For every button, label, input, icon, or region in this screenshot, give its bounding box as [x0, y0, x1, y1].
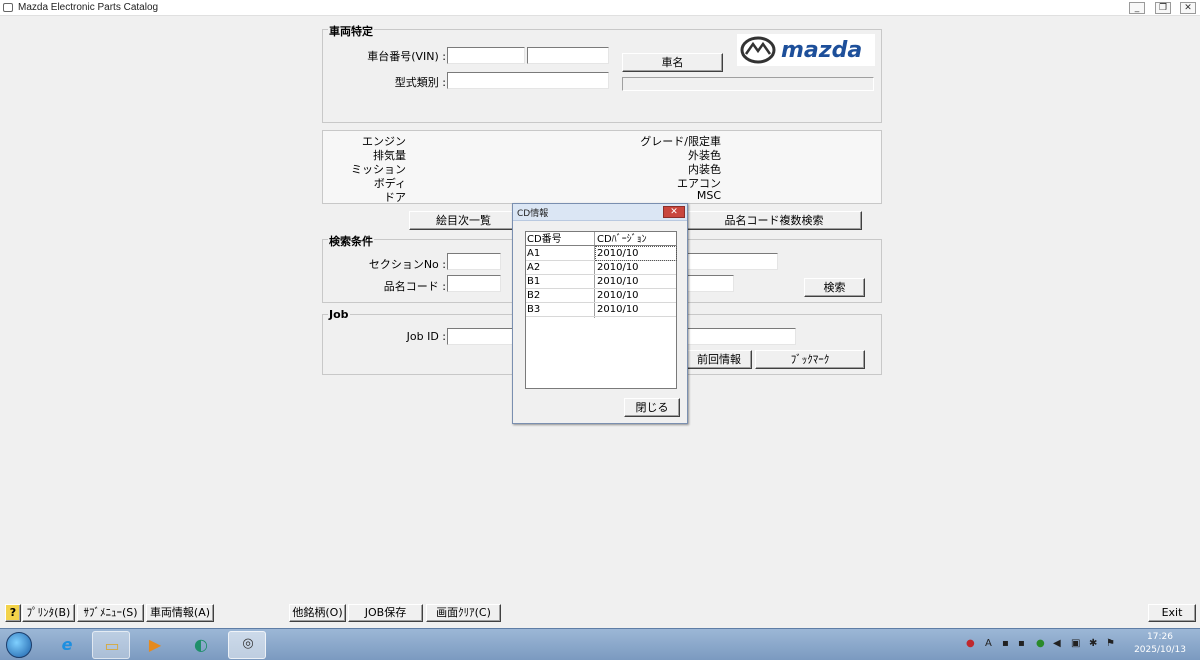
- section-no-input[interactable]: [447, 253, 501, 270]
- mazda-emblem-icon: [740, 36, 776, 64]
- table-row[interactable]: A1 2010/10: [526, 246, 677, 261]
- msc-label: MSC: [696, 189, 721, 202]
- bluetooth-icon[interactable]: ✱: [1089, 638, 1097, 649]
- vin-label: 車台番号(VIN) :: [367, 50, 446, 63]
- cd-number-cell: B2: [527, 290, 541, 301]
- table-row[interactable]: A2 2010/10: [526, 261, 676, 275]
- cd-version-cell: 2010/10: [597, 290, 639, 301]
- cd-number-cell: B1: [527, 276, 541, 287]
- clock-date: 2025/10/13: [1134, 645, 1186, 655]
- multi-part-code-search-button[interactable]: 品名コード複数検索: [686, 211, 862, 230]
- other-brand-button[interactable]: 他銘柄(O): [289, 604, 346, 622]
- tray-icon[interactable]: ▪: [1018, 638, 1025, 649]
- job-id-label: Job ID :: [406, 330, 446, 343]
- cd-list-table: CD番号 CDﾊﾞｰｼﾞｮﾝ A1 2010/10 A2 2010/10 B1 …: [525, 231, 677, 389]
- security-tray-icon[interactable]: ●: [966, 638, 975, 649]
- media-player-icon[interactable]: ▶: [136, 631, 174, 659]
- vehicle-info-group: [322, 130, 882, 204]
- table-row[interactable]: B3 2010/10: [526, 303, 676, 317]
- mazda-epc-taskbar-icon[interactable]: ◎: [228, 631, 266, 659]
- section-name-input[interactable]: [686, 253, 778, 270]
- car-name-display: [622, 77, 874, 91]
- model-type-input[interactable]: [447, 72, 609, 89]
- part-code-input[interactable]: [447, 275, 501, 292]
- mazda-wordmark: mazda: [781, 38, 863, 63]
- dialog-title-bar: CD情報 ✕: [513, 204, 687, 221]
- bookmark-button[interactable]: ﾌﾞｯｸﾏｰｸ: [755, 350, 865, 369]
- help-button[interactable]: ?: [5, 604, 21, 622]
- part-code-label: 品名コード :: [383, 280, 446, 293]
- network-icon[interactable]: ▣: [1071, 638, 1080, 649]
- taskbar: e ▭ ▶ ◐ ◎ ● A ▪ ▪ ● ◀ ▣ ✱ ⚑ 17:26 2025/1…: [0, 628, 1200, 660]
- minimize-button[interactable]: _: [1129, 2, 1145, 14]
- restore-button[interactable]: ❐: [1155, 2, 1171, 14]
- door-label: ドア: [384, 191, 406, 204]
- table-row[interactable]: B2 2010/10: [526, 289, 676, 303]
- title-bar: Mazda Electronic Parts Catalog _ ❐ ✕: [0, 0, 1200, 16]
- previous-info-button[interactable]: 前回情報: [686, 350, 752, 369]
- table-row[interactable]: B1 2010/10: [526, 275, 676, 289]
- volume-icon[interactable]: ◀: [1053, 638, 1061, 649]
- vehicle-info-button[interactable]: 車両情報(A): [146, 604, 214, 622]
- cd-number-cell: A1: [527, 248, 541, 259]
- cd-info-dialog: CD情報 ✕ CD番号 CDﾊﾞｰｼﾞｮﾝ A1 2010/10 A2 2010…: [512, 203, 688, 424]
- job-id-input[interactable]: [447, 328, 515, 345]
- app-icon: [3, 3, 13, 12]
- part-code-input-2[interactable]: [686, 275, 734, 292]
- file-explorer-icon[interactable]: ▭: [92, 631, 130, 659]
- cd-version-cell: 2010/10: [595, 246, 677, 261]
- exit-button[interactable]: Exit: [1148, 604, 1196, 622]
- dialog-close-icon[interactable]: ✕: [663, 206, 685, 218]
- clock-time: 17:26: [1147, 632, 1173, 642]
- dialog-title: CD情報: [517, 209, 549, 219]
- close-window-button[interactable]: ✕: [1180, 2, 1196, 14]
- illustration-index-button[interactable]: 絵目次一覧: [409, 211, 518, 230]
- section-no-label: セクションNo :: [368, 258, 446, 271]
- print-button[interactable]: ﾌﾟﾘﾝﾀ(B): [22, 604, 75, 622]
- edge-icon[interactable]: ◐: [182, 631, 220, 659]
- cd-version-cell: 2010/10: [597, 276, 639, 287]
- start-button[interactable]: [6, 632, 32, 658]
- cd-number-cell: B3: [527, 304, 541, 315]
- table-header: CD番号 CDﾊﾞｰｼﾞｮﾝ: [526, 232, 676, 246]
- cd-version-cell: 2010/10: [597, 304, 639, 315]
- tray-icon[interactable]: ●: [1036, 638, 1045, 649]
- screen-clear-button[interactable]: 画面ｸﾘｱ(C): [426, 604, 501, 622]
- flag-icon[interactable]: ⚑: [1106, 638, 1115, 649]
- ime-tray-icon[interactable]: A: [985, 638, 992, 649]
- tray-icon[interactable]: ▪: [1002, 638, 1009, 649]
- search-group-label: 検索条件: [328, 233, 374, 249]
- window-title: Mazda Electronic Parts Catalog: [18, 2, 159, 13]
- vin-input-2[interactable]: [527, 47, 609, 64]
- job-id-input-2[interactable]: [686, 328, 796, 345]
- dialog-close-button[interactable]: 閉じる: [624, 398, 680, 417]
- cd-number-cell: A2: [527, 262, 541, 273]
- submenu-button[interactable]: ｻﾌﾞﾒﾆｭｰ(S): [77, 604, 144, 622]
- job-group-label: Job: [328, 308, 350, 321]
- internet-explorer-icon[interactable]: e: [48, 631, 86, 659]
- cd-version-cell: 2010/10: [597, 262, 639, 273]
- car-name-button[interactable]: 車名: [622, 53, 723, 72]
- vehicle-id-group-label: 車両特定: [328, 23, 374, 39]
- search-button[interactable]: 検索: [804, 278, 865, 297]
- model-type-label: 型式類別 :: [394, 76, 446, 89]
- job-save-button[interactable]: JOB保存: [348, 604, 423, 622]
- mazda-logo: mazda: [737, 34, 875, 66]
- column-header-cd[interactable]: CD番号: [526, 233, 562, 246]
- clock[interactable]: 17:26 2025/10/13: [1130, 631, 1190, 657]
- column-header-version[interactable]: CDﾊﾞｰｼﾞｮﾝ: [596, 233, 647, 246]
- vin-input-1[interactable]: [447, 47, 525, 64]
